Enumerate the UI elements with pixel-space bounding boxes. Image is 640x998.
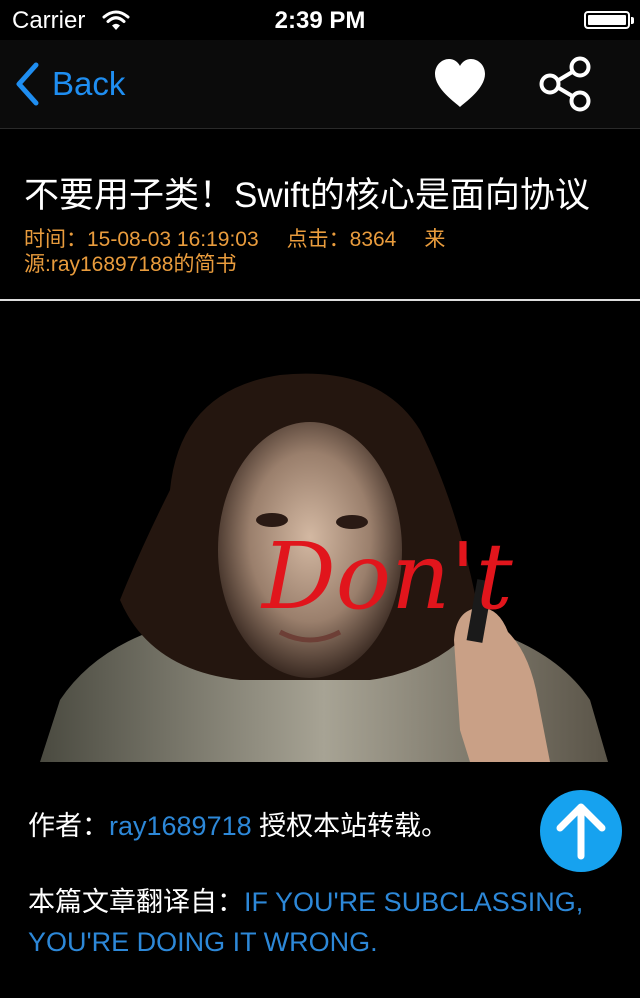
article-body: 作者：ray1689718 授权本站转载。 本篇文章翻译自：IF YOU'RE … — [28, 806, 618, 998]
status-time: 2:39 PM — [274, 7, 366, 34]
click-count: 点击：8364 — [286, 228, 397, 251]
share-icon[interactable] — [536, 54, 596, 114]
article-header: 不要用子类！Swift的核心是面向协议 时间：15-08-03 16:19:03… — [0, 129, 640, 301]
scroll-top-button[interactable] — [540, 790, 622, 872]
article-meta: 时间：15-08-03 16:19:03 点击：8364 来源:ray1689718… — [24, 227, 494, 277]
navigation-bar: Back — [0, 40, 640, 129]
status-bar: Carrier 2:39 PM — [0, 0, 640, 40]
article-title: 不要用子类！Swift的核心是面向协议 — [24, 176, 590, 215]
author-line: 作者：ray1689718 授权本站转载。 — [28, 811, 449, 841]
hero-overlay-text: Don't — [260, 523, 514, 630]
arrow-up-icon — [556, 803, 606, 860]
heart-icon[interactable] — [432, 56, 488, 112]
author-link[interactable]: ray1689718 — [109, 811, 252, 841]
back-label: Back — [52, 65, 126, 102]
chevron-left-icon — [16, 62, 39, 106]
translation-line: 本篇文章翻译自：IF YOU'RE SUBCLASSING, YOU'RE DO… — [28, 887, 584, 957]
hero-image-art: Don't — [40, 370, 608, 762]
publish-time: 时间：15-08-03 16:19:03 — [24, 228, 259, 251]
hero-image: Don't — [40, 370, 608, 762]
battery-icon — [584, 11, 634, 29]
back-button[interactable]: Back — [14, 60, 125, 108]
